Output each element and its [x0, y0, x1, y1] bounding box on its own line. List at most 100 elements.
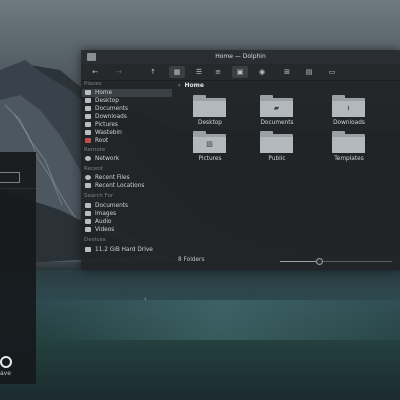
image-icon: [85, 211, 91, 217]
back-arrow-icon: ←: [92, 68, 98, 76]
trash-icon: [85, 130, 91, 136]
status-text: 8 Folders: [178, 257, 205, 263]
split-button[interactable]: ▣: [232, 66, 248, 78]
sidebar-item-label: Documents: [95, 105, 129, 112]
up-arrow-icon: ↑: [150, 68, 156, 76]
sidebar-item-label: Network: [95, 155, 120, 162]
new-tab-button[interactable]: ⊞: [279, 66, 295, 78]
root-folder-icon: [85, 138, 91, 144]
sidebar-item-search-images[interactable]: Images: [82, 210, 172, 218]
clock-icon: [85, 175, 91, 181]
sidebar-item-recent-locations[interactable]: Recent Locations: [82, 182, 172, 190]
sidebar-item-network[interactable]: Network: [82, 155, 172, 163]
dolphin-window: Home — Dolphin ← → ↑ ▦ ☰ ≡ ▣ ◉ ⊞ ▤ ▭ Pla…: [81, 50, 400, 303]
sidebar-item-wastebin[interactable]: Wastebin: [82, 129, 172, 137]
video-icon: [85, 227, 91, 233]
sidebar-item-search-documents[interactable]: Documents: [82, 202, 172, 210]
preview-button[interactable]: ◉: [254, 66, 270, 78]
recent-locations-icon: [85, 183, 91, 189]
zoom-slider-handle[interactable]: [315, 258, 323, 265]
section-header-places: Places: [84, 81, 102, 87]
eye-icon: ◉: [258, 68, 266, 76]
places-sidebar: Places Home Desktop Documents Downloads …: [81, 80, 173, 270]
titlebar[interactable]: Home — Dolphin: [81, 50, 400, 64]
audio-icon: [85, 219, 91, 225]
forward-arrow-icon: →: [116, 68, 122, 76]
section-header-recent: Recent: [84, 166, 104, 172]
terminal-icon: ▭: [328, 68, 336, 76]
sidebar-item-search-videos[interactable]: Videos: [82, 226, 172, 234]
breadcrumb-home[interactable]: Home: [184, 82, 203, 89]
sidebar-item-label: Root: [95, 137, 109, 144]
sidebar-item-documents[interactable]: Documents: [82, 105, 172, 113]
collapse-left-icon[interactable]: ‹: [144, 295, 147, 303]
sidebar-item-label: Images: [95, 210, 117, 217]
folder-label: Public: [268, 156, 286, 162]
left-panel: [0, 152, 36, 384]
power-icon[interactable]: [0, 356, 12, 368]
folder-label: Templates: [334, 156, 364, 162]
sidebar-item-label: Home: [95, 89, 113, 96]
sidebar-item-downloads[interactable]: Downloads: [82, 113, 172, 121]
details-view-button[interactable]: ≡: [210, 66, 226, 78]
folder-templates[interactable]: Templates: [317, 126, 377, 166]
left-input-field[interactable]: [0, 172, 20, 183]
status-bar: 8 Folders: [174, 255, 400, 267]
documents-icon: [85, 106, 91, 112]
breadcrumb-arrow-icon: ›: [178, 82, 181, 89]
download-glyph-icon: ⭳: [347, 104, 350, 112]
document-icon: [85, 203, 91, 209]
folder-desktop[interactable]: Desktop: [178, 90, 238, 130]
network-icon: [85, 156, 91, 162]
sidebar-item-home[interactable]: Home: [82, 89, 172, 97]
split-view-icon: ▣: [236, 68, 244, 76]
icons-view-icon: ▦: [173, 68, 181, 76]
compact-view-button[interactable]: ☰: [191, 66, 207, 78]
details-view-icon: ≡: [215, 68, 221, 76]
hard-drive-icon: [85, 247, 91, 253]
icons-view-button[interactable]: ▦: [169, 66, 185, 78]
folder-documents[interactable]: ▰ Documents: [245, 90, 305, 130]
new-folder-button[interactable]: ▤: [301, 66, 317, 78]
folder-public[interactable]: Public: [245, 126, 305, 166]
desktop-icon: [85, 98, 91, 104]
sidebar-item-label: Recent Files: [95, 174, 130, 181]
zoom-slider-fill: [280, 261, 320, 262]
home-icon: [85, 90, 91, 96]
forward-button[interactable]: →: [111, 66, 127, 78]
left-action-label: ave: [0, 370, 11, 377]
pictures-icon: [85, 122, 91, 128]
up-button[interactable]: ↑: [145, 66, 161, 78]
lake-reflection: [40, 300, 400, 340]
sidebar-item-root[interactable]: Root: [82, 137, 172, 145]
folder-downloads[interactable]: ⭳ Downloads: [317, 90, 377, 130]
sidebar-item-pictures[interactable]: Pictures: [82, 121, 172, 129]
left-divider: [0, 188, 36, 189]
sidebar-item-desktop[interactable]: Desktop: [82, 97, 172, 105]
breadcrumb[interactable]: › Home: [178, 82, 204, 89]
sidebar-item-label: Desktop: [95, 97, 119, 104]
compact-view-icon: ☰: [195, 68, 203, 76]
sidebar-item-label: Downloads: [95, 113, 127, 120]
sidebar-item-label: 11.2 GiB Hard Drive: [95, 246, 153, 253]
new-folder-icon: ▤: [305, 68, 313, 76]
document-glyph-icon: ▰: [273, 104, 280, 112]
file-view: › Home Desktop ▰ Documents ⭳ Downloads ▨ …: [174, 80, 400, 270]
folder-pictures[interactable]: ▨ Pictures: [178, 126, 238, 166]
sidebar-item-label: Audio: [95, 218, 112, 225]
sidebar-item-search-audio[interactable]: Audio: [82, 218, 172, 226]
sidebar-item-label: Documents: [95, 202, 129, 209]
section-header-remote: Remote: [84, 147, 106, 153]
sidebar-item-label: Videos: [95, 226, 115, 233]
picture-glyph-icon: ▨: [206, 140, 213, 148]
new-tab-icon: ⊞: [284, 68, 290, 76]
download-icon: [85, 114, 91, 120]
section-header-devices: Devices: [84, 237, 106, 243]
section-header-search: Search For: [84, 193, 114, 199]
folder-label: Pictures: [198, 156, 222, 162]
sidebar-item-label: Recent Locations: [95, 182, 145, 189]
sidebar-item-recent-files[interactable]: Recent Files: [82, 174, 172, 182]
terminal-button[interactable]: ▭: [324, 66, 340, 78]
sidebar-item-hard-drive[interactable]: 11.2 GiB Hard Drive: [82, 246, 172, 254]
back-button[interactable]: ←: [87, 66, 103, 78]
